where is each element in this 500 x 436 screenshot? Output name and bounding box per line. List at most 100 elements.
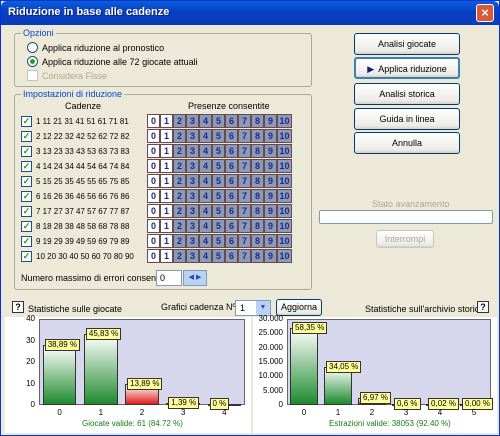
presenza-cell[interactable]: 1 bbox=[160, 114, 173, 128]
presenza-cell[interactable]: 4 bbox=[199, 249, 212, 263]
cadence-checkbox[interactable]: ✓ bbox=[21, 235, 32, 247]
presenza-cell[interactable]: 9 bbox=[264, 159, 277, 173]
presenza-cell[interactable]: 2 bbox=[173, 234, 186, 248]
presenza-cell[interactable]: 7 bbox=[238, 114, 251, 128]
presenza-cell[interactable]: 8 bbox=[251, 144, 264, 158]
help-icon-right[interactable]: ? bbox=[477, 301, 489, 313]
cadence-row[interactable]: ✓ 7 17 27 37 47 57 67 77 87 bbox=[21, 204, 143, 218]
radio-apply-current[interactable]: Applica riduzione alle 72 giocate attual… bbox=[27, 56, 198, 67]
presenza-cell[interactable]: 0 bbox=[147, 144, 160, 158]
cadence-row[interactable]: ✓ 1 11 21 31 41 51 61 71 81 bbox=[21, 114, 143, 128]
presenza-cell[interactable]: 10 bbox=[277, 174, 292, 188]
presenza-cell[interactable]: 6 bbox=[225, 144, 238, 158]
presenza-cell[interactable]: 2 bbox=[173, 144, 186, 158]
presenza-cell[interactable]: 9 bbox=[264, 249, 277, 263]
applica-riduzione-button[interactable]: ▶ Applica riduzione bbox=[354, 57, 460, 79]
cadence-row[interactable]: ✓ 9 19 29 39 49 59 69 79 89 bbox=[21, 234, 143, 248]
title-bar[interactable]: Riduzione in base alle cadenze × bbox=[1, 1, 499, 25]
presenza-cell[interactable]: 10 bbox=[277, 129, 292, 143]
presenza-cell[interactable]: 3 bbox=[186, 174, 199, 188]
presenza-cell[interactable]: 4 bbox=[199, 129, 212, 143]
presenza-cell[interactable]: 0 bbox=[147, 219, 160, 233]
presenza-cell[interactable]: 1 bbox=[160, 189, 173, 203]
cadence-row[interactable]: ✓ 6 16 26 36 46 56 66 76 86 bbox=[21, 189, 143, 203]
radio-button-selected[interactable] bbox=[27, 56, 38, 67]
presenza-cell[interactable]: 6 bbox=[225, 234, 238, 248]
presenza-cell[interactable]: 2 bbox=[173, 129, 186, 143]
radio-apply-forecast[interactable]: Applica riduzione al pronostico bbox=[27, 42, 164, 53]
presenza-cell[interactable]: 9 bbox=[264, 129, 277, 143]
presenza-cell[interactable]: 4 bbox=[199, 159, 212, 173]
presenza-cell[interactable]: 7 bbox=[238, 174, 251, 188]
presenza-cell[interactable]: 6 bbox=[225, 189, 238, 203]
presenza-cell[interactable]: 3 bbox=[186, 234, 199, 248]
presenza-cell[interactable]: 3 bbox=[186, 144, 199, 158]
presenza-cell[interactable]: 9 bbox=[264, 144, 277, 158]
cadence-checkbox[interactable]: ✓ bbox=[21, 220, 32, 232]
presenza-cell[interactable]: 4 bbox=[199, 189, 212, 203]
presenza-cell[interactable]: 6 bbox=[225, 129, 238, 143]
presenza-cell[interactable]: 3 bbox=[186, 129, 199, 143]
presenza-cell[interactable]: 6 bbox=[225, 249, 238, 263]
cadence-row[interactable]: ✓ 2 12 22 32 42 52 62 72 82 bbox=[21, 129, 143, 143]
presenza-cell[interactable]: 9 bbox=[264, 189, 277, 203]
presenza-cell[interactable]: 2 bbox=[173, 204, 186, 218]
presenza-cell[interactable]: 2 bbox=[173, 114, 186, 128]
analisi-giocate-button[interactable]: Analisi giocate bbox=[354, 33, 460, 55]
presenza-cell[interactable]: 0 bbox=[147, 189, 160, 203]
presenza-cell[interactable]: 3 bbox=[186, 189, 199, 203]
presenza-cell[interactable]: 9 bbox=[264, 174, 277, 188]
cadence-row[interactable]: ✓ 8 18 28 38 48 58 68 78 88 bbox=[21, 219, 143, 233]
presenza-cell[interactable]: 2 bbox=[173, 189, 186, 203]
presenza-cell[interactable]: 4 bbox=[199, 114, 212, 128]
presenza-cell[interactable]: 3 bbox=[186, 219, 199, 233]
presenza-cell[interactable]: 7 bbox=[238, 159, 251, 173]
presenza-cell[interactable]: 4 bbox=[199, 234, 212, 248]
presenza-cell[interactable]: 0 bbox=[147, 114, 160, 128]
presenza-cell[interactable]: 5 bbox=[212, 159, 225, 173]
guida-button[interactable]: Guida in linea bbox=[354, 108, 460, 130]
presenza-cell[interactable]: 7 bbox=[238, 189, 251, 203]
max-errors-spinner[interactable]: ◀ ▶ bbox=[183, 270, 207, 286]
presenza-cell[interactable]: 3 bbox=[186, 249, 199, 263]
presenza-cell[interactable]: 2 bbox=[173, 159, 186, 173]
presenza-cell[interactable]: 8 bbox=[251, 219, 264, 233]
cadence-checkbox[interactable]: ✓ bbox=[21, 160, 32, 172]
presenza-cell[interactable]: 8 bbox=[251, 174, 264, 188]
presenza-cell[interactable]: 7 bbox=[238, 234, 251, 248]
presenza-cell[interactable]: 10 bbox=[277, 114, 292, 128]
presenza-cell[interactable]: 8 bbox=[251, 114, 264, 128]
radio-button[interactable] bbox=[27, 42, 38, 53]
cadence-checkbox[interactable]: ✓ bbox=[21, 115, 32, 127]
analisi-storica-button[interactable]: Analisi storica bbox=[354, 83, 460, 105]
presenza-cell[interactable]: 5 bbox=[212, 249, 225, 263]
presenza-cell[interactable]: 10 bbox=[277, 219, 292, 233]
presenza-cell[interactable]: 1 bbox=[160, 249, 173, 263]
presenza-cell[interactable]: 6 bbox=[225, 159, 238, 173]
presenza-cell[interactable]: 4 bbox=[199, 219, 212, 233]
presenza-cell[interactable]: 1 bbox=[160, 129, 173, 143]
presenza-cell[interactable]: 0 bbox=[147, 129, 160, 143]
presenza-cell[interactable]: 8 bbox=[251, 234, 264, 248]
presenza-cell[interactable]: 4 bbox=[199, 204, 212, 218]
annulla-button[interactable]: Annulla bbox=[354, 132, 460, 154]
presenza-cell[interactable]: 6 bbox=[225, 204, 238, 218]
presenza-cell[interactable]: 2 bbox=[173, 219, 186, 233]
presenza-cell[interactable]: 8 bbox=[251, 159, 264, 173]
presenza-cell[interactable]: 1 bbox=[160, 204, 173, 218]
presenza-cell[interactable]: 6 bbox=[225, 174, 238, 188]
presenza-cell[interactable]: 7 bbox=[238, 144, 251, 158]
presenza-cell[interactable]: 1 bbox=[160, 144, 173, 158]
presenza-cell[interactable]: 5 bbox=[212, 174, 225, 188]
presenza-cell[interactable]: 8 bbox=[251, 249, 264, 263]
presenza-cell[interactable]: 9 bbox=[264, 219, 277, 233]
presenza-cell[interactable]: 0 bbox=[147, 174, 160, 188]
presenza-cell[interactable]: 1 bbox=[160, 174, 173, 188]
presenza-cell[interactable]: 8 bbox=[251, 189, 264, 203]
presenza-cell[interactable]: 1 bbox=[160, 159, 173, 173]
presenza-cell[interactable]: 2 bbox=[173, 174, 186, 188]
cadence-checkbox[interactable]: ✓ bbox=[21, 145, 32, 157]
presenza-cell[interactable]: 4 bbox=[199, 174, 212, 188]
cadence-row[interactable]: ✓ 5 15 25 35 45 55 65 75 85 bbox=[21, 174, 143, 188]
presenza-cell[interactable]: 0 bbox=[147, 249, 160, 263]
